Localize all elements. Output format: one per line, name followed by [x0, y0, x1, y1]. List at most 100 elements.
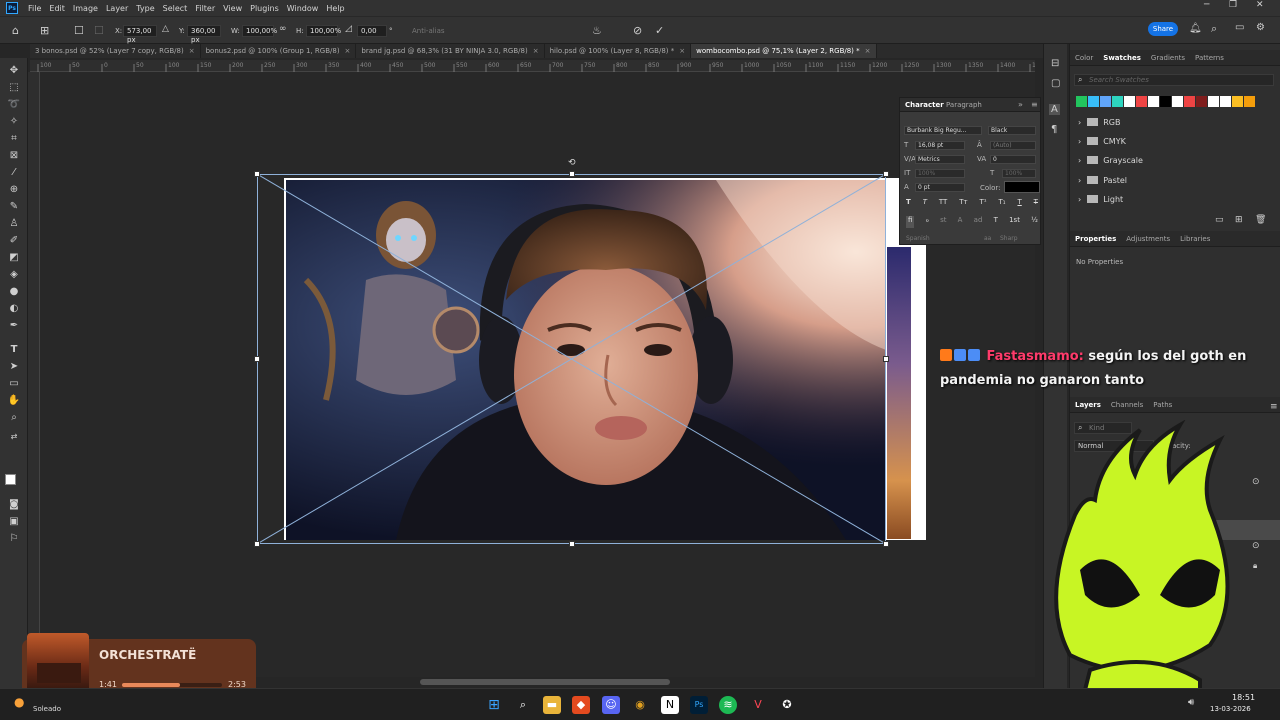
subscript-button[interactable]: T₁ [998, 198, 1005, 210]
antialias-select[interactable]: Sharp [1000, 235, 1018, 242]
color-swatch[interactable] [1172, 96, 1183, 107]
menu-type[interactable]: Type [132, 4, 158, 13]
tab-patterns[interactable]: Patterns [1190, 50, 1229, 65]
menu-window[interactable]: Window [283, 4, 323, 13]
swap-colors-icon[interactable]: ⇄ [6, 430, 22, 444]
handle-bottom-right[interactable] [883, 541, 889, 547]
color-swatch[interactable] [1088, 96, 1099, 107]
tab-close-icon[interactable]: × [533, 47, 539, 55]
photoshop-taskbar-icon[interactable]: Ps [690, 696, 708, 714]
horizontal-scrollbar[interactable] [420, 679, 670, 685]
eraser-tool-icon[interactable]: ◩ [6, 251, 22, 265]
new-swatch-icon[interactable]: ⊞ [1235, 215, 1243, 225]
tab-layers[interactable]: Layers [1070, 397, 1106, 412]
x-position-field[interactable]: 573,00 px [123, 25, 157, 44]
zoom-tool-icon[interactable]: ⌕ [6, 411, 22, 425]
small-caps-button[interactable]: Tт [959, 198, 967, 210]
faux-bold-button[interactable]: T [906, 198, 911, 210]
text-color-swatch[interactable] [1004, 181, 1040, 193]
frame-tool-icon[interactable]: ⊠ [6, 149, 22, 163]
cancel-transform-icon[interactable]: ⊘ [633, 24, 642, 37]
app-icon[interactable]: ✪ [778, 696, 796, 714]
horizontal-scale-field[interactable]: 100% [1002, 169, 1036, 178]
home-icon[interactable]: ⌂ [12, 24, 19, 37]
workspace-icon[interactable]: ▭ [1235, 22, 1244, 33]
checkbox-icon[interactable]: ☐ [74, 24, 84, 37]
tab-adjustments[interactable]: Adjustments [1121, 231, 1175, 246]
color-swatch[interactable] [1124, 96, 1135, 107]
handle-top-right[interactable] [883, 171, 889, 177]
menu-select[interactable]: Select [159, 4, 192, 13]
color-swatch[interactable] [1184, 96, 1195, 107]
fractions-button[interactable]: ½ [1031, 216, 1038, 228]
screen-mode-icon[interactable]: ▣ [6, 515, 22, 529]
strikethrough-button[interactable]: T [1034, 198, 1038, 210]
y-position-field[interactable]: 360,00 px [187, 25, 221, 44]
settings-icon[interactable]: ⚙ [1256, 22, 1265, 33]
link-icon[interactable]: ∞ [279, 24, 287, 34]
height-field[interactable]: 100,00% [306, 25, 341, 37]
stylistic-alternates-button[interactable]: ad [974, 216, 983, 228]
paragraph-panel-icon[interactable]: ¶ [1051, 124, 1057, 135]
clock-time[interactable]: 18:51 [1232, 693, 1255, 702]
panel-menu-icon[interactable]: ≡ [1031, 100, 1038, 109]
handle-top-center[interactable] [569, 171, 575, 177]
underline-button[interactable]: T [1017, 198, 1021, 210]
start-icon[interactable]: ⊞ [485, 696, 503, 714]
tab-properties[interactable]: Properties [1070, 231, 1121, 246]
tab-character[interactable]: Character [905, 101, 944, 109]
rotate-field[interactable]: 0,00 [357, 25, 387, 37]
path-selection-tool-icon[interactable]: ➤ [6, 360, 22, 374]
handle-middle-left[interactable] [254, 356, 260, 362]
leading-field[interactable]: (Auto) [990, 141, 1036, 150]
faux-italic-button[interactable]: T [923, 198, 927, 210]
hand-tool-icon[interactable]: ✋ [6, 394, 22, 408]
more-tools-icon[interactable]: ⚐ [6, 532, 22, 546]
search-icon[interactable]: ⌕ [514, 696, 532, 714]
font-family-select[interactable]: Burbank Big Regu... [904, 126, 982, 135]
ligatures-button[interactable]: fi [906, 216, 915, 228]
old-style-button[interactable]: ℴ [926, 216, 929, 228]
magic-wand-tool-icon[interactable]: ✧ [6, 115, 22, 129]
swatches-search-input[interactable]: ⌕ Search Swatches [1074, 74, 1274, 86]
menu-layer[interactable]: Layer [102, 4, 132, 13]
font-size-field[interactable]: 16,08 pt [915, 141, 965, 150]
all-caps-button[interactable]: TT [939, 198, 947, 210]
history-brush-tool-icon[interactable]: ✐ [6, 234, 22, 248]
menu-edit[interactable]: Edit [45, 4, 69, 13]
color-swatch[interactable] [1244, 96, 1255, 107]
tab-close-icon[interactable]: × [865, 47, 871, 55]
rectangle-tool-icon[interactable]: ▭ [6, 377, 22, 391]
paint-bucket-tool-icon[interactable]: ◈ [6, 268, 22, 282]
clock-date[interactable]: 13-03-2026 [1210, 705, 1251, 713]
brush-tool-icon[interactable]: ✎ [6, 200, 22, 214]
character-panel-icon[interactable]: A [1049, 104, 1060, 115]
brave-icon[interactable]: ◆ [572, 696, 590, 714]
weather-icon[interactable]: ● [14, 695, 24, 709]
swash-button[interactable]: A [958, 216, 963, 228]
discord-icon[interactable]: ☺ [602, 696, 620, 714]
tab-brand-jg[interactable]: brand jg.psd @ 68,3% (31 BY NINJA 3.0, R… [356, 44, 545, 58]
notifications-icon[interactable]: 🔔︎ [1189, 23, 1202, 34]
superscript-button[interactable]: T¹ [979, 198, 986, 210]
share-button[interactable]: Share [1148, 22, 1178, 36]
tab-color[interactable]: Color [1070, 50, 1098, 65]
color-swatch[interactable] [1208, 96, 1219, 107]
tab-close-icon[interactable]: × [189, 47, 195, 55]
collapse-panel-icon[interactable]: » [1018, 100, 1023, 109]
tracking-field[interactable]: 0 [990, 155, 1036, 164]
swatch-group-grayscale[interactable]: › Grayscale [1078, 156, 1143, 165]
tab-channels[interactable]: Channels [1106, 397, 1148, 412]
tab-gradients[interactable]: Gradients [1146, 50, 1190, 65]
color-swatch[interactable] [1196, 96, 1207, 107]
tab-3-bonos[interactable]: 3 bonos.psd @ 52% (Layer 7 copy, RGB/8) × [30, 44, 201, 58]
photoshop-logo-icon[interactable]: Ps [6, 2, 18, 14]
stamp-tool-icon[interactable]: ♙ [6, 217, 22, 231]
tab-wombocombo[interactable]: wombocombo.psd @ 75,1% (Layer 2, RGB/8) … [691, 44, 877, 58]
swatch-group-rgb[interactable]: › RGB [1078, 118, 1120, 127]
spotify-icon[interactable]: ≋ [719, 696, 737, 714]
menu-help[interactable]: Help [322, 4, 348, 13]
warp-icon[interactable]: ♨ [592, 24, 602, 37]
file-explorer-icon[interactable]: ▬ [543, 696, 561, 714]
handle-bottom-center[interactable] [569, 541, 575, 547]
